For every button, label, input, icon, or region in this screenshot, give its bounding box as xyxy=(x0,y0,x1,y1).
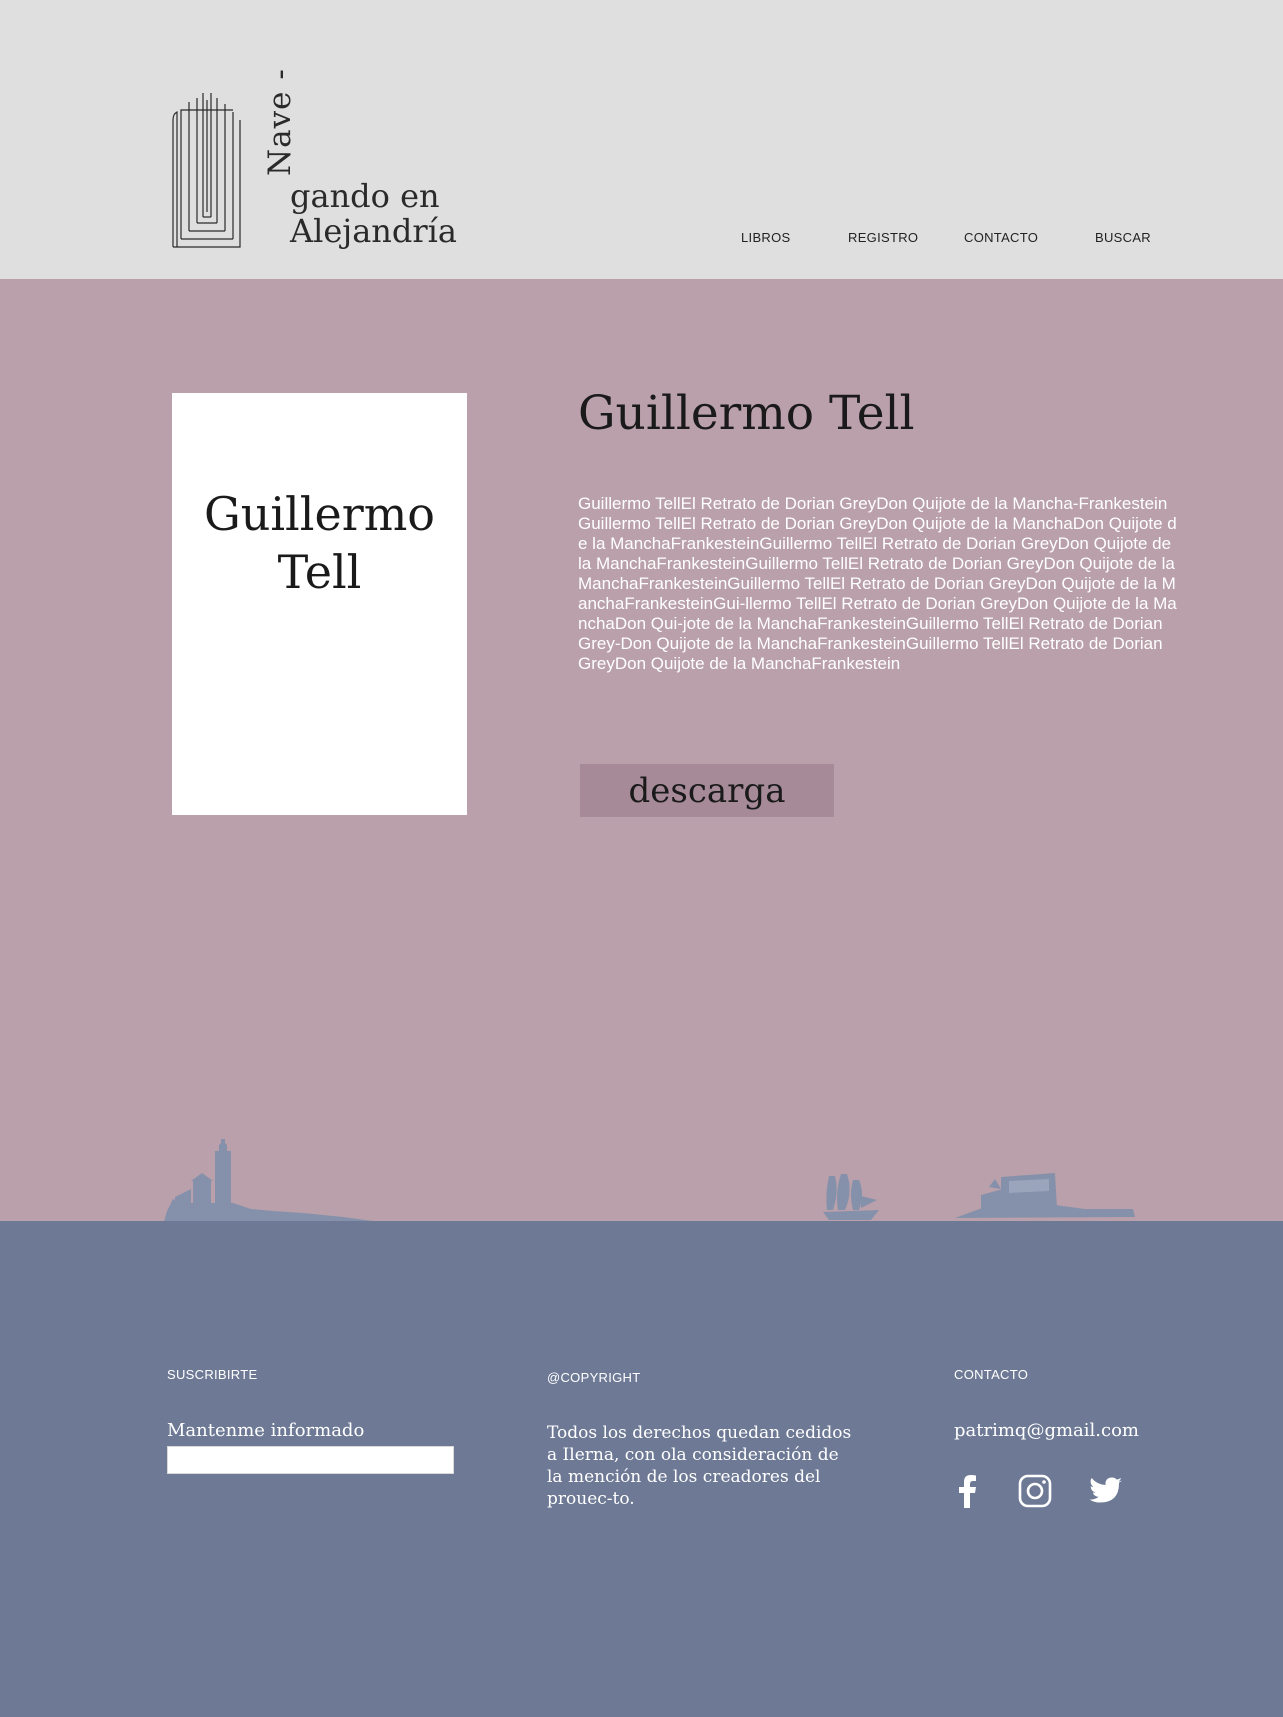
subscribe-email-input[interactable] xyxy=(167,1446,454,1474)
logo-text-line1: gando en xyxy=(290,177,440,215)
nav-libros[interactable]: LIBROS xyxy=(741,230,790,245)
subscribe-label: Mantenme informado xyxy=(167,1420,365,1441)
book-cover: Guillermo Tell xyxy=(172,393,467,815)
book-cover-line1: Guillermo xyxy=(203,487,436,541)
facebook-icon[interactable] xyxy=(951,1474,985,1508)
nav-registro[interactable]: REGISTRO xyxy=(848,230,918,245)
site-footer: SUSCRIBIRTE Mantenme informado @COPYRIGH… xyxy=(0,1221,1283,1717)
ruins-island-illustration xyxy=(955,1173,1135,1218)
lighthouse-island-illustration xyxy=(163,1139,388,1225)
nav-buscar[interactable]: BUSCAR xyxy=(1095,230,1151,245)
book-title: Guillermo Tell xyxy=(578,386,915,441)
twitter-icon[interactable] xyxy=(1089,1474,1123,1508)
download-button[interactable]: descarga xyxy=(580,764,834,817)
book-description: Guillermo TellEl Retrato de Dorian GreyD… xyxy=(578,494,1177,673)
copyright-text: Todos los derechos quedan cedidos a Iler… xyxy=(547,1423,852,1509)
contact-heading: CONTACTO xyxy=(954,1367,1029,1382)
logo-text-vertical: Nave - xyxy=(262,68,298,176)
book-detail-section: Guillermo Tell Guillermo Tell Guillermo … xyxy=(0,279,1283,1225)
book-cover-line2: Tell xyxy=(277,545,362,599)
logo-text-line2: Alejandría xyxy=(290,212,457,250)
contact-email-link[interactable]: patrimq@gmail.com xyxy=(954,1420,1139,1441)
book-cover-title: Guillermo Tell xyxy=(172,485,467,601)
instagram-icon[interactable] xyxy=(1018,1474,1052,1508)
copyright-heading: @COPYRIGHT xyxy=(547,1370,641,1385)
logo-icon xyxy=(172,93,241,248)
subscribe-heading: SUSCRIBIRTE xyxy=(167,1367,258,1382)
ship-illustration xyxy=(823,1174,879,1220)
site-header: Nave - gando en Alejandría LIBROS REGIST… xyxy=(0,0,1283,279)
nav-contacto[interactable]: CONTACTO xyxy=(964,230,1038,245)
